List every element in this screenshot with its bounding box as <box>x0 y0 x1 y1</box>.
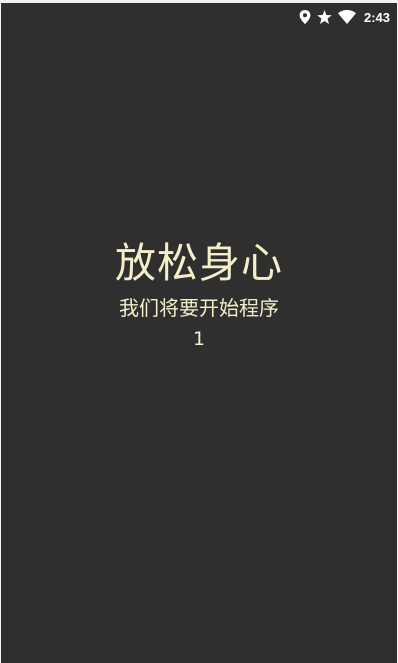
page-title: 放松身心 <box>115 239 283 287</box>
subtitle: 我们将要开始程序 <box>119 296 279 320</box>
status-bar: 2:43 <box>299 6 390 28</box>
wifi-icon <box>337 10 356 24</box>
location-icon <box>299 10 311 24</box>
app-screen: 2:43 放松身心 我们将要开始程序 1 <box>0 0 398 663</box>
star-icon <box>317 10 332 24</box>
relaxation-intro: 放松身心 我们将要开始程序 1 <box>1 235 397 353</box>
countdown-counter: 1 <box>192 328 206 350</box>
status-time: 2:43 <box>363 9 390 25</box>
